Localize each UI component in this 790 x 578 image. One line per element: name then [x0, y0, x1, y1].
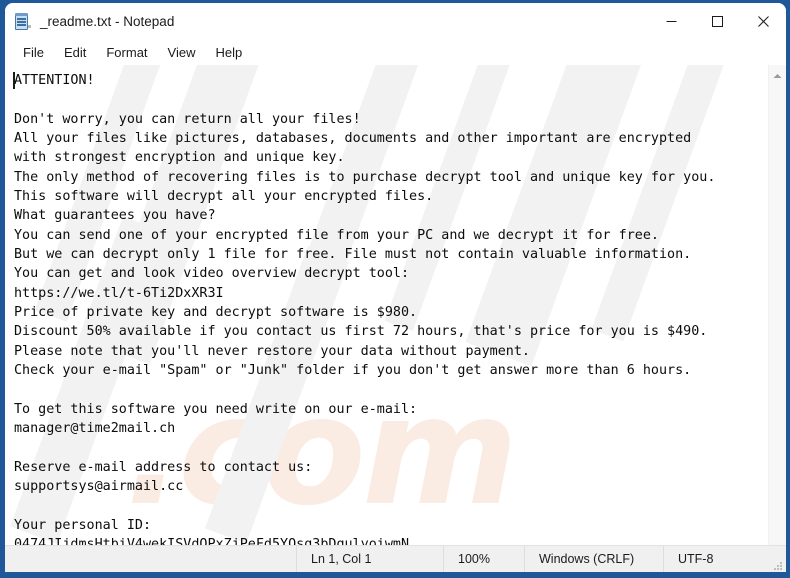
title-bar-left: _readme.txt - Notepad	[5, 12, 174, 31]
notepad-window: _readme.txt - Notepad File Edit Format V…	[0, 0, 790, 578]
window-controls	[648, 3, 786, 40]
editor-area: .com ATTENTION! Don't worry, you can ret…	[5, 65, 786, 545]
scroll-up-icon[interactable]	[769, 67, 786, 84]
text-caret	[13, 72, 15, 89]
menu-item-edit[interactable]: Edit	[54, 43, 96, 62]
editor-text[interactable]: ATTENTION! Don't worry, you can return a…	[5, 65, 768, 545]
menu-item-view[interactable]: View	[158, 43, 206, 62]
vertical-scrollbar[interactable]	[768, 65, 786, 545]
status-line-ending[interactable]: Windows (CRLF)	[524, 546, 663, 572]
maximize-button[interactable]	[694, 3, 740, 40]
window-title: _readme.txt - Notepad	[40, 14, 175, 29]
menu-item-help[interactable]: Help	[205, 43, 252, 62]
status-zoom-level[interactable]: 100%	[443, 546, 524, 572]
notepad-icon	[14, 12, 31, 31]
menu-item-format[interactable]: Format	[96, 43, 157, 62]
title-bar[interactable]: _readme.txt - Notepad	[5, 3, 786, 40]
menu-bar: File Edit Format View Help	[5, 40, 786, 65]
status-encoding[interactable]: UTF-8	[663, 546, 770, 572]
menu-item-file[interactable]: File	[13, 43, 54, 62]
close-button[interactable]	[740, 3, 786, 40]
window-inner: _readme.txt - Notepad File Edit Format V…	[5, 3, 786, 572]
minimize-button[interactable]	[648, 3, 694, 40]
resize-grip-icon[interactable]	[770, 545, 786, 573]
status-bar: Ln 1, Col 1 100% Windows (CRLF) UTF-8	[5, 545, 786, 572]
status-cursor-position: Ln 1, Col 1	[296, 546, 443, 572]
text-editor[interactable]: .com ATTENTION! Don't worry, you can ret…	[5, 65, 768, 545]
